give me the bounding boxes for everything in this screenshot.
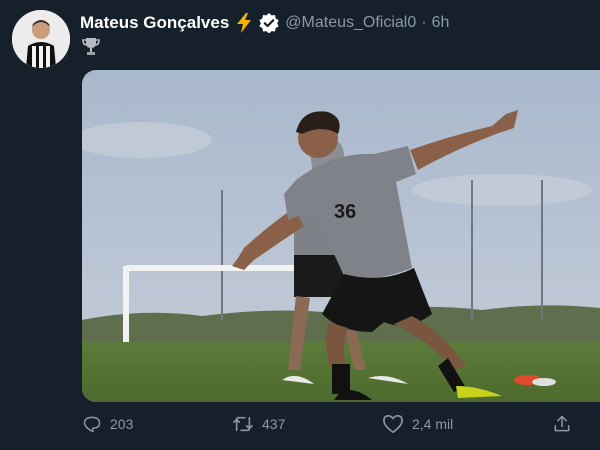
author-name[interactable]: Mateus Gonçalves	[80, 13, 229, 33]
high-voltage-icon	[235, 13, 253, 33]
header-separator: ·	[421, 14, 427, 31]
share-icon	[554, 415, 570, 432]
reply-button[interactable]: 203	[82, 414, 133, 434]
retweet-button[interactable]: 437	[232, 414, 285, 434]
tweet-actions: 203 437 2,4 mil	[82, 412, 592, 440]
share-button[interactable]	[552, 414, 572, 434]
reply-count: 203	[110, 416, 134, 432]
jersey-number: 36	[334, 201, 356, 223]
tweet-header: Mateus Gonçalves @Mateus_Oficial0 · 6h	[80, 12, 449, 34]
tweet-media-photo[interactable]: 36	[82, 70, 600, 402]
verified-badge-icon	[259, 13, 279, 33]
retweet-icon	[233, 416, 253, 432]
retweet-count: 437	[262, 416, 286, 432]
training-photo: 36	[82, 70, 600, 402]
author-handle[interactable]: @Mateus_Oficial0	[285, 14, 416, 32]
like-count: 2,4 mil	[412, 416, 454, 432]
reply-icon	[83, 416, 101, 433]
tweet-timestamp[interactable]: 6h	[432, 14, 450, 32]
avatar-image	[12, 10, 70, 68]
heart-icon	[383, 415, 403, 433]
author-avatar[interactable]	[12, 10, 70, 68]
like-button[interactable]: 2,4 mil	[382, 414, 453, 434]
trophy-icon	[82, 36, 100, 61]
